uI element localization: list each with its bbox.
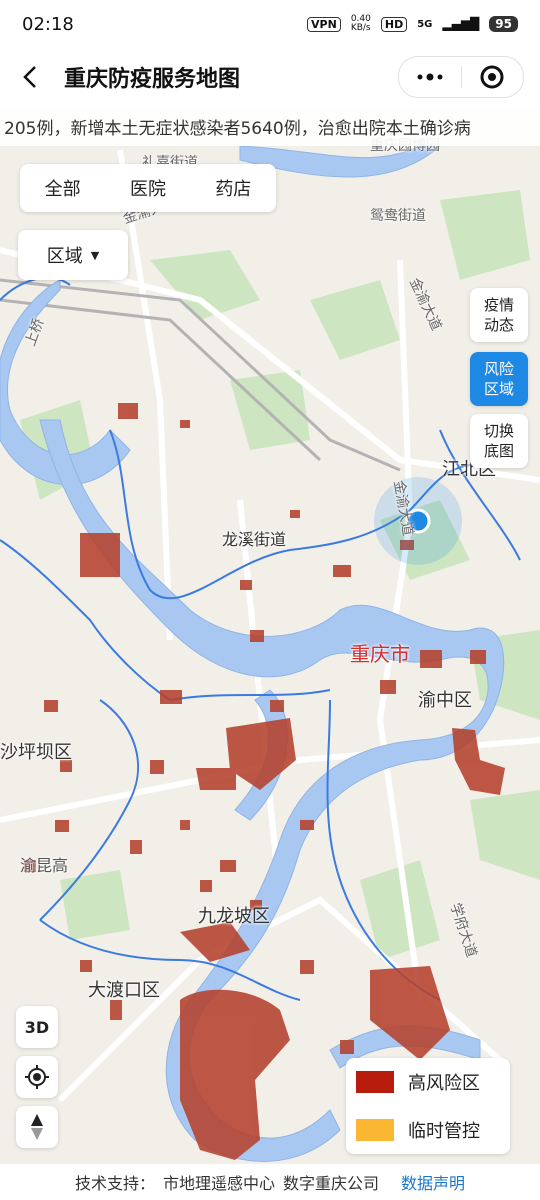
map-svg — [0, 146, 540, 1164]
switch-basemap-button[interactable]: 切换 底图 — [470, 414, 528, 468]
vpn-badge: VPN — [307, 16, 341, 32]
footer-org1: 市地理遥感中心 — [162, 1174, 275, 1193]
signal-icon: ▂▄▆█ — [442, 17, 480, 31]
risk-area-button[interactable]: 风险 区域 — [470, 352, 528, 406]
legend-item-temp-control: 临时管控 — [346, 1106, 510, 1154]
news-ticker: 205例，新增本土无症状感染者5640例，治愈出院本土确诊病 — [0, 106, 540, 146]
network-speed: 0.40 KB/s — [350, 14, 371, 33]
locate-icon[interactable] — [16, 1056, 58, 1098]
ticker-text: 205例，新增本土无症状感染者5640例，治愈出院本土确诊病 — [4, 118, 471, 139]
more-dots-icon[interactable] — [399, 57, 461, 97]
tab-all[interactable]: 全部 — [35, 167, 91, 209]
network-type: 5G — [417, 18, 433, 30]
map-label-shapingba: 沙坪坝区 — [0, 742, 72, 763]
map-canvas[interactable] — [0, 146, 540, 1164]
epidemic-news-button[interactable]: 疫情 动态 — [470, 288, 528, 342]
caret-down-icon: ▼ — [90, 248, 100, 262]
status-bar: 02:18 VPN 0.40 KB/s HD 5G ▂▄▆█ 95 — [0, 0, 540, 48]
map-label-yukun: 渝昆高 — [20, 856, 69, 875]
footer-org2: 数字重庆公司 — [283, 1174, 380, 1193]
three-d-button[interactable]: 3D — [16, 1006, 58, 1048]
data-statement-link[interactable]: 数据声明 — [401, 1170, 465, 1194]
map-label-yuanyang: 鸳鸯街道 — [370, 208, 426, 224]
risk-legend: 高风险区 临时管控 — [346, 1058, 510, 1154]
page-title: 重庆防疫服务地图 — [64, 67, 241, 92]
legend-swatch-high-risk — [356, 1071, 394, 1093]
map-label-dadukou: 大渡口区 — [88, 980, 160, 1001]
battery-level: 95 — [489, 16, 518, 32]
legend-label-high-risk: 高风险区 — [408, 1073, 480, 1094]
back-arrow-icon[interactable] — [18, 64, 44, 90]
tab-pharmacy[interactable]: 药店 — [205, 167, 261, 209]
map-label-longxi: 龙溪街道 — [222, 530, 287, 549]
mini-program-capsule — [398, 56, 524, 98]
map-label-yuzhong: 渝中区 — [418, 690, 472, 711]
hd-badge: HD — [380, 16, 408, 32]
region-dropdown[interactable]: 区域 ▼ — [18, 230, 128, 280]
map-label-chongqing: 重庆市 — [350, 642, 410, 666]
target-icon[interactable] — [462, 57, 524, 97]
compass-icon[interactable] — [16, 1106, 58, 1148]
footer-prefix: 技术支持： — [74, 1174, 155, 1193]
status-time: 02:18 — [22, 13, 74, 35]
app-header: 重庆防疫服务地图 — [0, 48, 540, 106]
legend-swatch-temp-control — [356, 1119, 394, 1141]
footer: 技术支持： 市地理遥感中心 数字重庆公司 数据声明 — [0, 1164, 540, 1200]
legend-label-temp-control: 临时管控 — [408, 1121, 480, 1142]
legend-item-high-risk: 高风险区 — [346, 1058, 510, 1106]
region-label: 区域 — [46, 246, 83, 267]
category-tabs: 全部 医院 药店 — [20, 164, 276, 212]
map-label-jiulongpo: 九龙坡区 — [198, 906, 270, 927]
tab-hospital[interactable]: 医院 — [120, 167, 176, 209]
